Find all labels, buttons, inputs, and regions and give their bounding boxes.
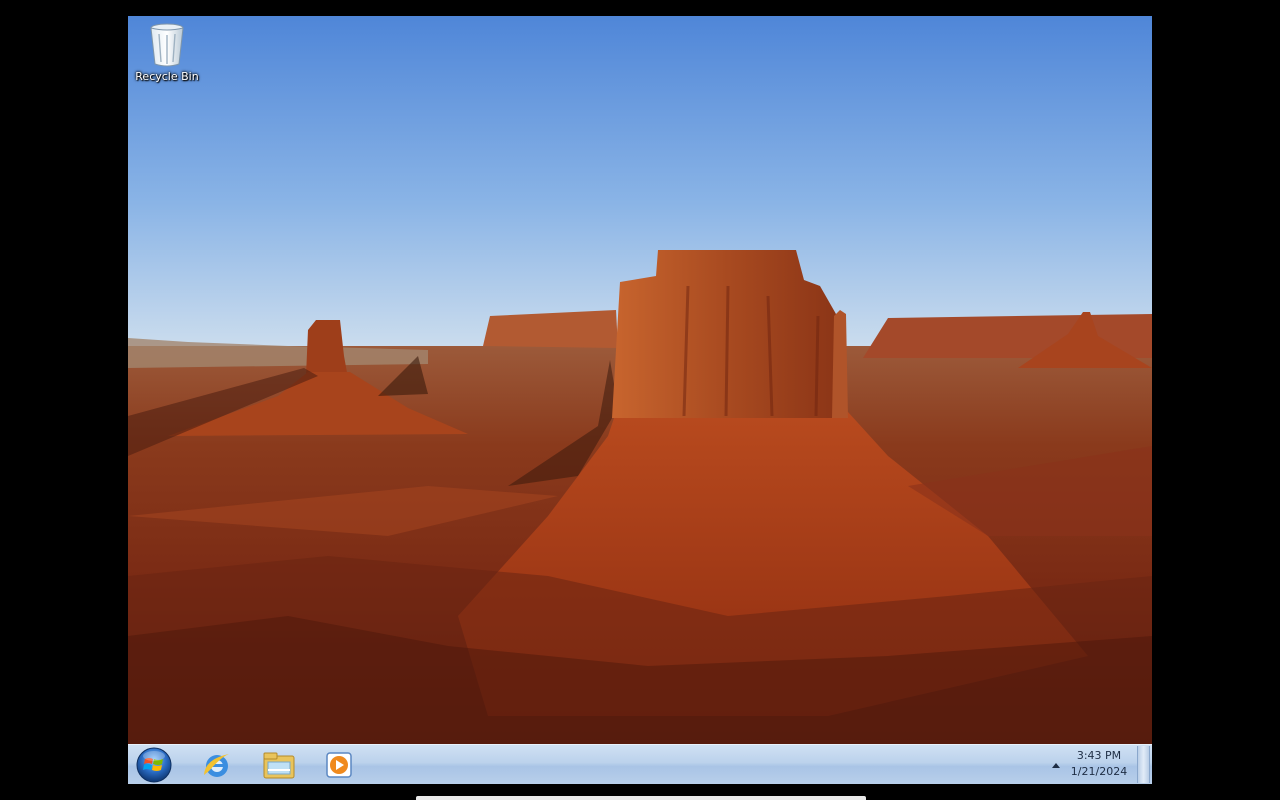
desktop-wallpaper: [128, 16, 1152, 744]
windows-explorer-icon: [263, 752, 295, 779]
taskbar-media-player-button[interactable]: [312, 747, 366, 783]
clock-date: 1/21/2024: [1070, 765, 1128, 778]
recycle-bin-icon: [150, 23, 184, 67]
recycle-bin-desktop-icon[interactable]: Recycle Bin: [134, 22, 200, 83]
internet-explorer-icon: [204, 754, 229, 777]
taskbar-internet-explorer-button[interactable]: [190, 747, 244, 783]
bottom-edge-strip: [416, 796, 866, 800]
windows-media-player-icon: [326, 752, 352, 778]
taskbar-clock[interactable]: 3:43 PM 1/21/2024: [1066, 748, 1132, 782]
windows-start-orb-icon: [136, 747, 172, 783]
desktop-screen: Recycle Bin 3:43 PM 1/21/2024: [128, 16, 1152, 784]
start-button[interactable]: [134, 747, 174, 783]
show-desktop-button[interactable]: [1137, 746, 1150, 783]
show-hidden-icons-arrow-icon: [1052, 763, 1060, 768]
clock-time: 3:43 PM: [1076, 749, 1122, 762]
taskbar: 3:43 PM 1/21/2024: [128, 744, 1152, 784]
taskbar-windows-explorer-button[interactable]: [252, 747, 306, 783]
recycle-bin-label: Recycle Bin: [135, 70, 199, 83]
show-hidden-icons-button[interactable]: [1048, 755, 1064, 775]
